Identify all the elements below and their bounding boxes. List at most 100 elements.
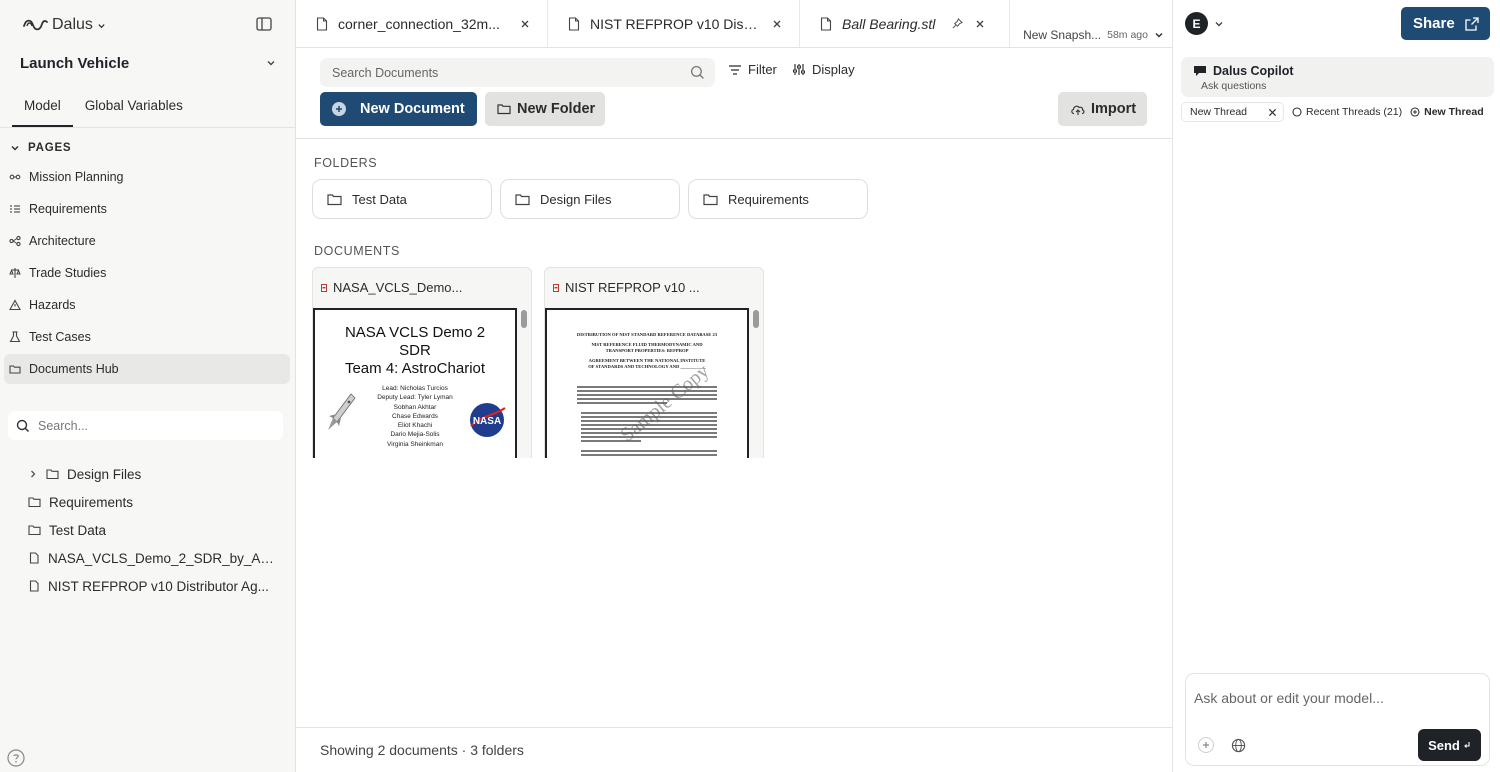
tab-corner-connection[interactable]: corner_connection_32m... xyxy=(296,0,548,47)
preview-title-line: NASA VCLS Demo 2 xyxy=(344,324,486,341)
sidebar-item-architecture[interactable]: Architecture xyxy=(4,226,290,256)
document-card-header: NASA_VCLS_Demo... xyxy=(313,268,531,307)
scale-icon xyxy=(9,267,21,279)
folder-card-requirements[interactable]: Requirements xyxy=(688,179,868,219)
new-folder-label: New Folder xyxy=(517,101,596,117)
documents-search-input[interactable] xyxy=(332,65,672,80)
new-folder-button[interactable]: New Folder xyxy=(485,92,605,126)
tree-item-design-files[interactable]: Design Files xyxy=(0,460,295,488)
documents-section-title: DOCUMENTS xyxy=(314,244,400,258)
tab-global-variables[interactable]: Global Variables xyxy=(73,92,195,127)
close-icon[interactable] xyxy=(973,17,987,31)
document-card-nist-refprop[interactable]: NIST REFPROP v10 ... DISTRIBUTION OF NIS… xyxy=(544,267,764,458)
tree-item-label: Test Data xyxy=(49,522,107,538)
close-icon[interactable] xyxy=(1268,108,1277,117)
chat-icon xyxy=(1193,65,1207,77)
search-icon xyxy=(16,419,30,433)
tree-item-test-data[interactable]: Test Data xyxy=(0,516,295,544)
divider xyxy=(296,138,1172,139)
close-icon[interactable] xyxy=(518,17,532,31)
sidebar-toggle-icon[interactable] xyxy=(256,16,272,32)
chevron-down-icon xyxy=(97,21,106,30)
tree-item-nist-refprop[interactable]: NIST REFPROP v10 Distributor Ag... xyxy=(0,572,295,600)
pages-section-toggle[interactable]: PAGES xyxy=(10,142,71,154)
chevron-down-icon xyxy=(266,58,276,68)
pdf-icon xyxy=(321,283,327,292)
preview-text-line xyxy=(581,436,717,438)
new-document-label: New Document xyxy=(360,101,465,117)
sliders-icon xyxy=(792,63,806,76)
brand-logo[interactable]: Dalus xyxy=(22,14,106,36)
preview-title: NASA VCLS Demo 2 SDR Team 4: AstroChario… xyxy=(315,324,515,378)
chevron-down-icon[interactable] xyxy=(1214,19,1224,29)
search-icon xyxy=(690,65,705,80)
document-card-nasa-vcls[interactable]: NASA_VCLS_Demo... NASA VCLS Demo 2 SDR T… xyxy=(312,267,532,458)
active-thread-chip[interactable]: New Thread xyxy=(1181,102,1284,122)
preview-team-member: Sobhan Akhtar xyxy=(393,403,437,411)
pin-icon[interactable] xyxy=(952,18,963,29)
document-card-title: NASA_VCLS_Demo... xyxy=(333,280,463,295)
sidebar-search-input[interactable] xyxy=(38,418,258,433)
share-label: Share xyxy=(1413,15,1455,32)
sidebar-item-documents-hub[interactable]: Documents Hub xyxy=(4,354,290,384)
copilot-panel: E Share Dalus Copilot Ask questions New … xyxy=(1172,0,1500,772)
tree-item-nasa-vcls[interactable]: NASA_VCLS_Demo_2_SDR_by_As... xyxy=(0,544,295,572)
sidebar-item-trade-studies[interactable]: Trade Studies xyxy=(4,258,290,288)
attach-plus-icon[interactable] xyxy=(1198,737,1214,753)
tab-ball-bearing[interactable]: Ball Bearing.stl xyxy=(800,0,1010,47)
help-icon[interactable] xyxy=(7,749,25,767)
preview-team-member: Deputy Lead: Tyler Lyman xyxy=(377,394,453,402)
folder-icon xyxy=(497,103,511,115)
plus-circle-icon xyxy=(1410,107,1420,117)
documents-search[interactable] xyxy=(320,58,715,87)
sidebar-item-hazards[interactable]: Hazards xyxy=(4,290,290,320)
sidebar-item-label: Requirements xyxy=(29,202,107,216)
filter-button[interactable]: Filter xyxy=(728,62,777,77)
new-thread-button[interactable]: New Thread xyxy=(1410,106,1484,118)
tree-item-requirements[interactable]: Requirements xyxy=(0,488,295,516)
new-document-button[interactable]: New Document xyxy=(320,92,477,126)
import-button[interactable]: Import xyxy=(1058,92,1147,126)
sidebar-item-test-cases[interactable]: Test Cases xyxy=(4,322,290,352)
sidebar-item-requirements[interactable]: Requirements xyxy=(4,194,290,224)
globe-icon[interactable] xyxy=(1230,737,1246,753)
preview-team-member: Chase Edwards xyxy=(392,412,438,420)
display-button[interactable]: Display xyxy=(792,62,855,77)
project-selector[interactable]: Launch Vehicle xyxy=(20,50,276,76)
file-icon xyxy=(820,16,832,31)
sample-copy-watermark: Sample Copy xyxy=(616,359,714,447)
preview-scrollbar[interactable] xyxy=(521,310,527,328)
file-icon xyxy=(28,580,40,592)
send-button[interactable]: Send xyxy=(1418,729,1481,761)
folder-card-design-files[interactable]: Design Files xyxy=(500,179,680,219)
share-button[interactable]: Share xyxy=(1401,7,1490,40)
pdf-icon xyxy=(553,283,559,292)
tab-nist-refprop[interactable]: NIST REFPROP v10 Distr... xyxy=(548,0,800,47)
preview-heading: NIST REFERENCE FLUID THERMODYNAMIC AND T… xyxy=(591,342,703,353)
folder-card-label: Requirements xyxy=(728,191,809,207)
tree-item-label: Design Files xyxy=(67,466,142,482)
snapshot-time: 58m ago xyxy=(1107,29,1148,41)
copilot-prompt-input[interactable] xyxy=(1194,690,1484,714)
sidebar-search[interactable] xyxy=(8,411,283,440)
pages-header-label: PAGES xyxy=(28,142,72,154)
recent-threads-button[interactable]: Recent Threads (21) xyxy=(1292,106,1402,118)
preview-team-member: Dario Mejia-Solis xyxy=(390,431,440,439)
chevron-down-icon xyxy=(1154,30,1164,40)
nasa-logo-icon: NASA xyxy=(467,402,507,438)
avatar[interactable]: E xyxy=(1185,12,1208,35)
folder-card-label: Test Data xyxy=(352,191,407,207)
chevron-right-icon[interactable] xyxy=(28,469,38,479)
snapshot-selector[interactable]: New Snapsh... 58m ago xyxy=(1023,28,1164,42)
sidebar-item-label: Hazards xyxy=(29,298,76,312)
preview-text-line xyxy=(581,432,717,434)
folder-card-test-data[interactable]: Test Data xyxy=(312,179,492,219)
sidebar-item-mission-planning[interactable]: Mission Planning xyxy=(4,162,290,192)
copilot-title: Dalus Copilot xyxy=(1213,64,1294,78)
preview-team-member: Eliot Khachi xyxy=(397,422,433,430)
tab-model[interactable]: Model xyxy=(12,92,73,127)
recent-threads-label: Recent Threads (21) xyxy=(1306,106,1403,118)
preview-scrollbar[interactable] xyxy=(753,310,759,328)
route-icon xyxy=(9,171,21,183)
close-icon[interactable] xyxy=(770,17,784,31)
